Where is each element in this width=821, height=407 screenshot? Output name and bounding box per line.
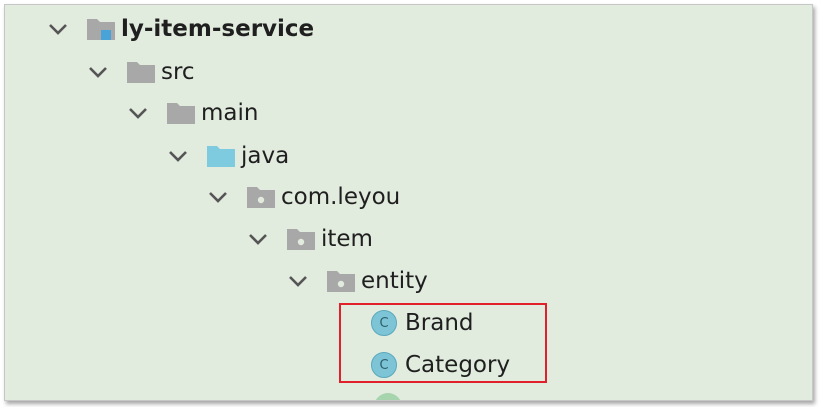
chevron-down-icon[interactable] [85,59,111,85]
project-tree-panel: ly-item-service src main java com.leyou … [4,4,813,401]
tree-node-entity[interactable]: entity [285,261,428,301]
folder-icon [165,100,197,126]
folder-label-java: java [241,143,290,169]
folder-icon [125,59,157,85]
module-folder-icon [85,16,117,42]
package-folder-icon [325,268,357,294]
tree-node-java[interactable]: java [165,136,289,176]
package-folder-icon [245,184,277,210]
chevron-down-icon[interactable] [245,226,271,252]
package-label-entity: entity [361,268,428,294]
next-item-icon-partial [374,393,402,400]
module-name: ly-item-service [121,16,315,42]
chevron-down-icon[interactable] [125,100,151,126]
chevron-down-icon[interactable] [45,16,71,42]
package-label-item: item [321,226,373,252]
tree-node-item[interactable]: item [245,219,373,259]
package-label-com-leyou: com.leyou [281,184,401,210]
tree-node-module[interactable]: ly-item-service [45,9,314,49]
package-folder-icon [285,226,317,252]
folder-label-src: src [161,59,195,85]
tree-node-com-leyou[interactable]: com.leyou [205,177,400,217]
folder-label-main: main [201,100,259,126]
chevron-down-icon[interactable] [205,184,231,210]
red-highlight-box [339,303,547,383]
source-root-folder-icon [205,143,237,169]
tree-node-src[interactable]: src [85,52,195,92]
chevron-down-icon[interactable] [165,143,191,169]
chevron-down-icon[interactable] [285,268,311,294]
tree-node-main[interactable]: main [125,93,258,133]
